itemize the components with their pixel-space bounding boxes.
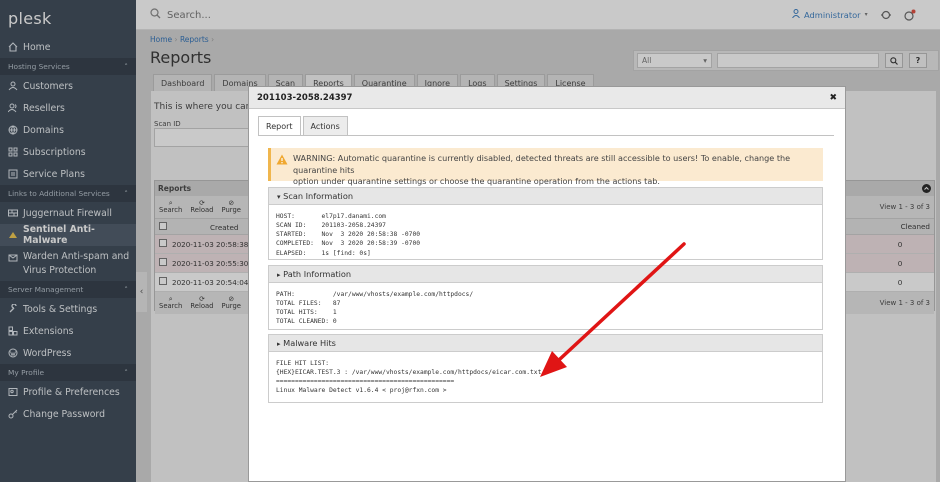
dialog-header: 201103-2058.24397 ✖ xyxy=(249,87,845,109)
section-title: Scan Information xyxy=(283,191,354,201)
warning-text-line2: option under quarantine settings or choo… xyxy=(293,176,660,187)
scan-information-section: ▾ Scan Information HOST: el7p17.danami.c… xyxy=(268,187,823,260)
section-title: Malware Hits xyxy=(283,338,336,348)
warning-text-line1: WARNING: Automatic quarantine is current… xyxy=(293,153,791,175)
path-information-section: ▸ Path Information PATH: /var/www/vhosts… xyxy=(268,265,823,330)
close-icon[interactable]: ✖ xyxy=(829,93,837,103)
path-information-text: PATH: /var/www/vhosts/example.com/httpdo… xyxy=(276,291,474,326)
dialog-title: 201103-2058.24397 xyxy=(257,93,353,103)
scan-information-header[interactable]: ▾ Scan Information xyxy=(269,188,822,205)
tabs-divider xyxy=(258,135,834,136)
malware-hits-header[interactable]: ▸ Malware Hits xyxy=(269,335,822,352)
malware-hits-section: ▸ Malware Hits FILE HIT LIST: {HEX}EICAR… xyxy=(268,334,823,403)
tab-actions[interactable]: Actions xyxy=(302,116,348,135)
caret-right-icon: ▸ xyxy=(277,340,281,348)
tab-report[interactable]: Report xyxy=(258,116,301,135)
caret-down-icon: ▾ xyxy=(277,193,281,201)
caret-right-icon: ▸ xyxy=(277,271,281,279)
warning-icon xyxy=(276,154,288,169)
quarantine-warning: WARNING: Automatic quarantine is current… xyxy=(268,148,823,186)
report-dialog: 201103-2058.24397 ✖ Report Actions WARNI… xyxy=(248,86,846,482)
dialog-tabs: Report Actions xyxy=(258,116,350,135)
scan-information-text: HOST: el7p17.danami.com SCAN ID: 201103-… xyxy=(276,213,421,257)
section-title: Path Information xyxy=(283,269,352,279)
malware-hits-text: FILE HIT LIST: {HEX}EICAR.TEST.3 : /var/… xyxy=(276,360,542,395)
path-information-header[interactable]: ▸ Path Information xyxy=(269,266,822,283)
